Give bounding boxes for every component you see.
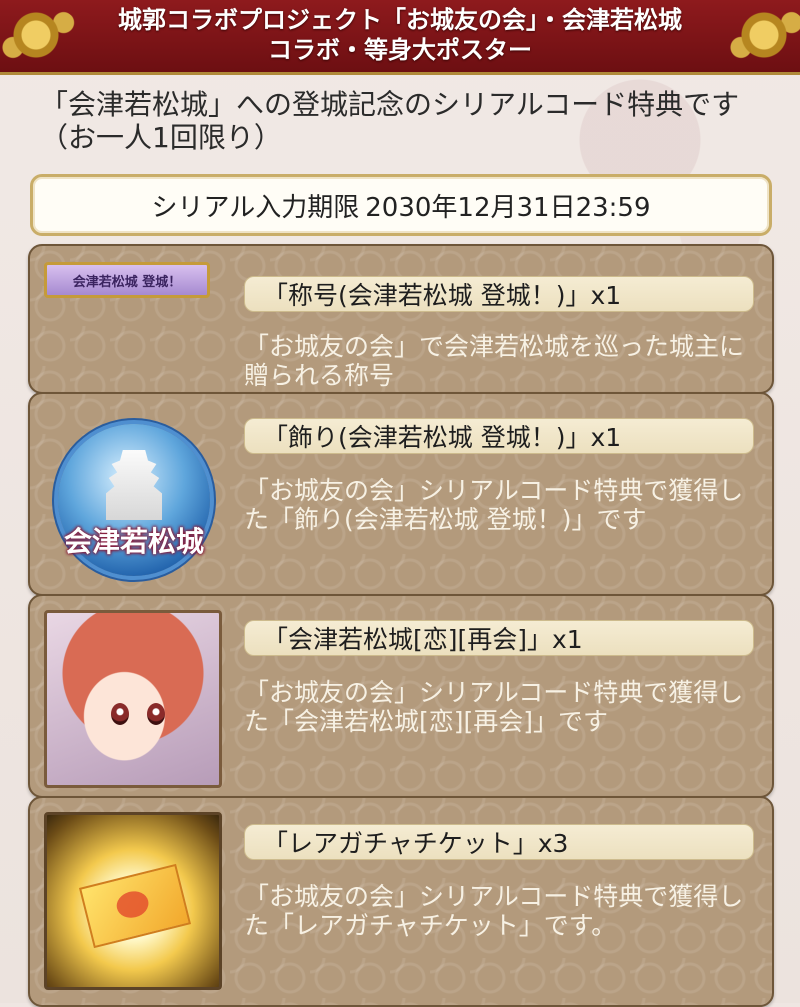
reward-title: 「会津若松城[恋][再会]」x1 [244, 620, 754, 656]
title-plate-icon: 会津若松城 登城！ [44, 262, 210, 298]
character-portrait-icon [44, 610, 222, 788]
deadline-date: 2030年12月31日23:59 [365, 192, 651, 223]
castle-badge-icon: 会津若松城 [58, 424, 210, 576]
reward-item-character[interactable]: 「会津若松城[恋][再会]」x1 「お城友の会」シリアルコード特典で獲得した「会… [28, 594, 774, 798]
reward-description: 「お城友の会」シリアルコード特典で獲得した「会津若松城[恋][再会]」です [244, 678, 744, 736]
reward-item-gacha-ticket[interactable]: 「レアガチャチケット」x3 「お城友の会」シリアルコード特典で獲得した「レアガチ… [28, 796, 774, 1007]
title-plate-text: 会津若松城 登城！ [72, 274, 182, 290]
eye-icon [111, 703, 129, 725]
deadline-label: シリアル入力期限 [151, 192, 360, 223]
intro-text: 「会津若松城」への登城記念のシリアルコード特典です（お一人1回限り） [40, 88, 740, 154]
reward-item-decoration[interactable]: 会津若松城 「飾り(会津若松城 登城！)」x1 「お城友の会」シリアルコード特典… [28, 392, 774, 596]
serial-deadline-box: シリアル入力期限 2030年12月31日23:59 [30, 174, 772, 236]
reward-description: 「お城友の会」シリアルコード特典で獲得した「飾り(会津若松城 登城！)」です [244, 476, 744, 534]
header-title-line2: コラボ・等身大ポスター [268, 36, 532, 64]
eye-icon [147, 703, 165, 725]
header-title-line1: 城郭コラボプロジェクト「お城友の会」・会津若松城 [118, 6, 682, 34]
reward-description: 「お城友の会」で会津若松城を巡った城主に贈られる称号 [244, 332, 745, 390]
reward-item-title[interactable]: 会津若松城 登城！ 「称号(会津若松城 登城！)」x1 「お城友の会」で会津若松… [28, 244, 774, 394]
seal-icon [113, 888, 152, 922]
badge-banner-text: 会津若松城 [63, 525, 204, 558]
reward-title: 「レアガチャチケット」x3 [244, 824, 754, 860]
reward-description: 「お城友の会」シリアルコード特典で獲得した「レアガチャチケット」です。 [244, 882, 744, 940]
gold-flower-icon [718, 4, 800, 66]
reward-title: 「飾り(会津若松城 登城！)」x1 [244, 418, 754, 454]
gacha-ticket-icon [44, 812, 222, 990]
castle-icon [106, 450, 162, 520]
reward-title: 「称号(会津若松城 登城！)」x1 [244, 276, 754, 312]
page-header: 城郭コラボプロジェクト「お城友の会」・会津若松城 コラボ・等身大ポスター [0, 0, 800, 75]
ticket-icon [78, 863, 192, 949]
